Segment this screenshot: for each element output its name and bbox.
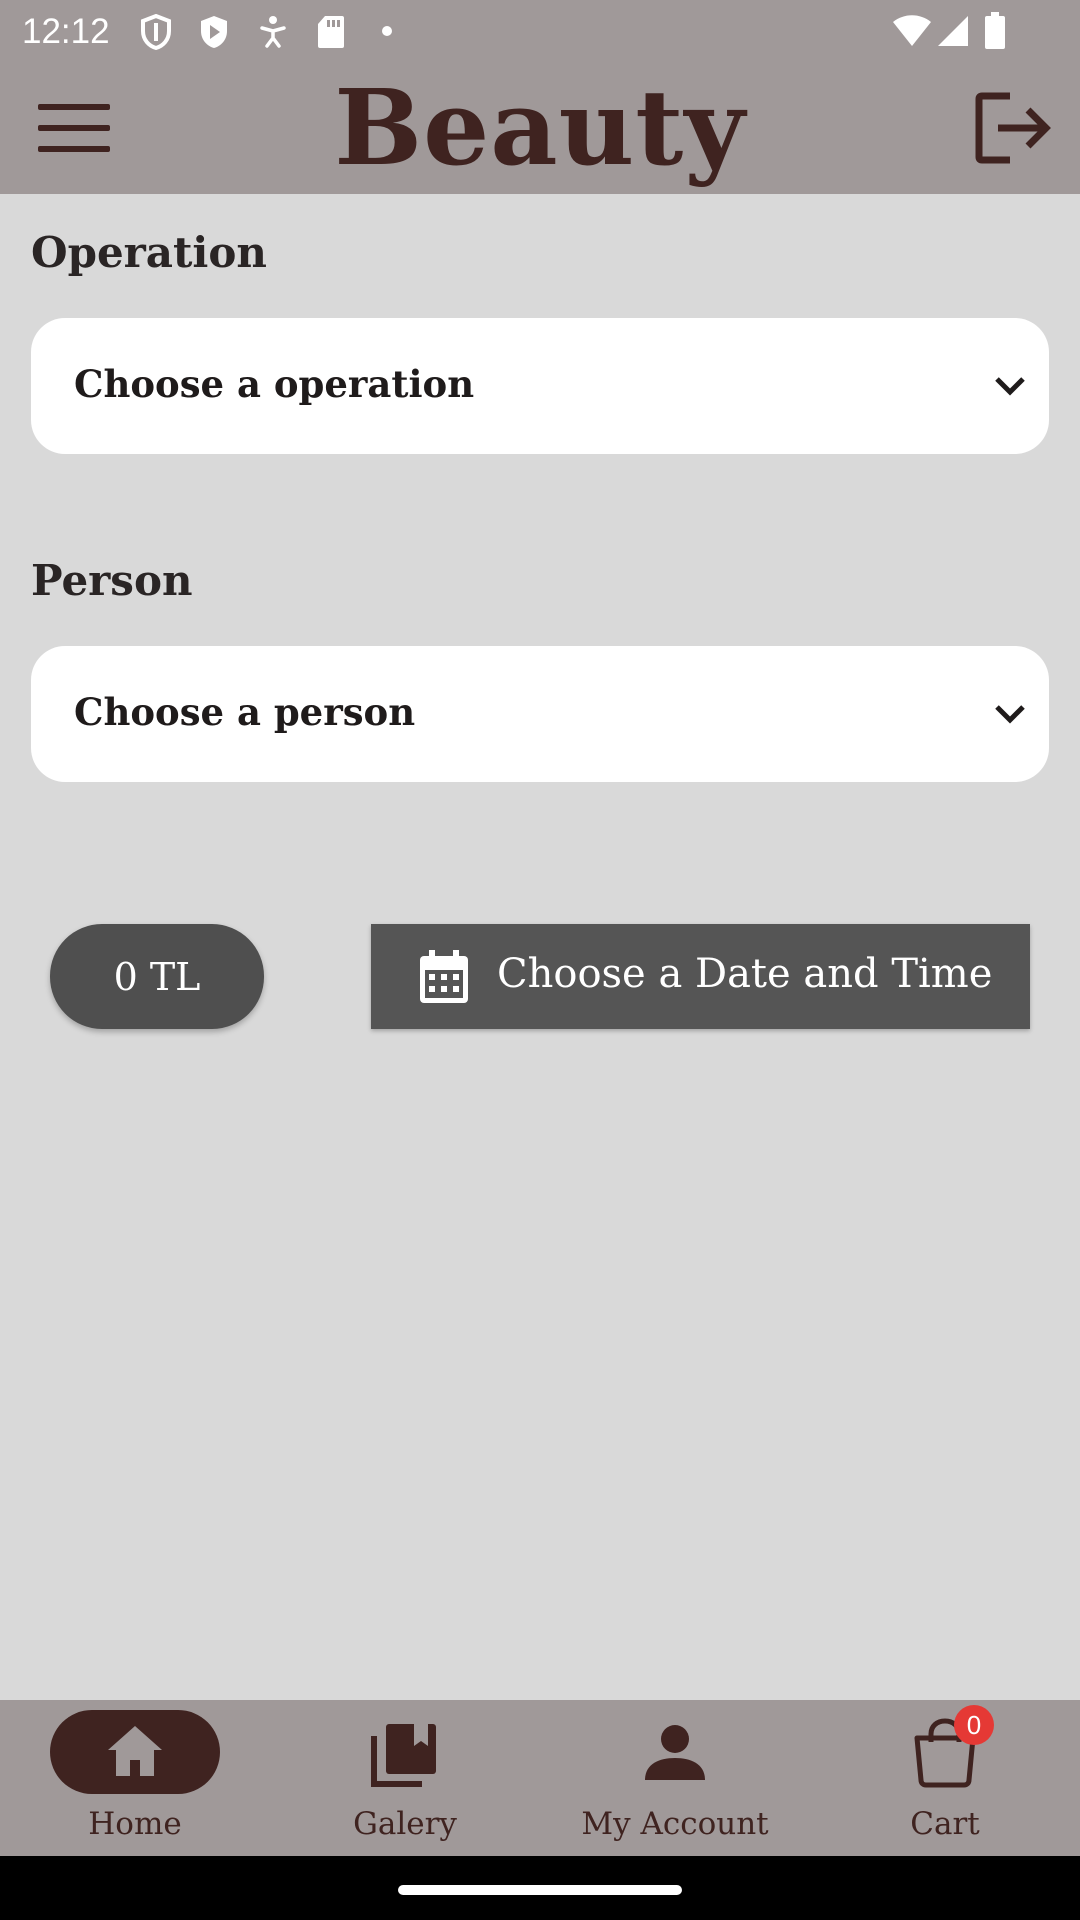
chevron-down-icon bbox=[995, 705, 1025, 724]
shield-outline-icon bbox=[141, 14, 171, 50]
person-icon bbox=[645, 1725, 705, 1780]
battery-icon bbox=[985, 12, 1005, 49]
nav-label-galery: Galery bbox=[353, 1806, 457, 1842]
chevron-down-icon bbox=[995, 377, 1025, 396]
shield-play-icon bbox=[201, 16, 227, 48]
gallery-icon bbox=[371, 1724, 436, 1787]
nav-item-cart[interactable]: Cart bbox=[810, 1700, 1080, 1856]
nav-label-home: Home bbox=[88, 1806, 182, 1842]
status-bar: 12:12 bbox=[0, 0, 1080, 62]
choose-date-time-button[interactable]: Choose a Date and Time bbox=[371, 924, 1030, 1029]
bottom-navigation: Home Galery My Account Cart bbox=[0, 1700, 1080, 1856]
person-label: Person bbox=[31, 556, 193, 605]
nav-label-cart: Cart bbox=[910, 1806, 980, 1842]
top-app-bar: Beauty bbox=[0, 62, 1080, 194]
price-total-text: 0 TL bbox=[113, 954, 201, 999]
home-icon bbox=[108, 1726, 162, 1776]
person-dropdown-placeholder: Choose a person bbox=[74, 690, 416, 734]
cellular-signal-icon bbox=[938, 16, 968, 46]
calendar-icon bbox=[420, 950, 468, 1003]
operation-label: Operation bbox=[31, 228, 267, 277]
status-time: 12:12 bbox=[22, 12, 110, 51]
operation-dropdown[interactable]: Choose a operation bbox=[31, 318, 1049, 454]
choose-date-time-label: Choose a Date and Time bbox=[497, 951, 993, 997]
wifi-icon bbox=[893, 15, 931, 46]
logout-button[interactable] bbox=[968, 86, 1056, 170]
nav-item-home[interactable]: Home bbox=[0, 1700, 270, 1856]
nav-label-my-account: My Account bbox=[581, 1806, 769, 1842]
nav-item-my-account[interactable]: My Account bbox=[540, 1700, 810, 1856]
person-dropdown[interactable]: Choose a person bbox=[31, 646, 1049, 782]
system-navigation-bar bbox=[0, 1856, 1080, 1920]
logout-icon bbox=[975, 92, 1051, 164]
price-total-button[interactable]: 0 TL bbox=[50, 924, 264, 1029]
dot-icon bbox=[382, 26, 392, 36]
app-title: Beauty bbox=[334, 66, 746, 189]
nav-item-galery[interactable]: Galery bbox=[270, 1700, 540, 1856]
operation-dropdown-placeholder: Choose a operation bbox=[74, 362, 475, 406]
home-gesture-handle[interactable] bbox=[398, 1885, 682, 1895]
cart-count-badge: 0 bbox=[954, 1705, 994, 1745]
accessibility-icon bbox=[260, 16, 286, 48]
sd-card-icon bbox=[318, 16, 344, 48]
